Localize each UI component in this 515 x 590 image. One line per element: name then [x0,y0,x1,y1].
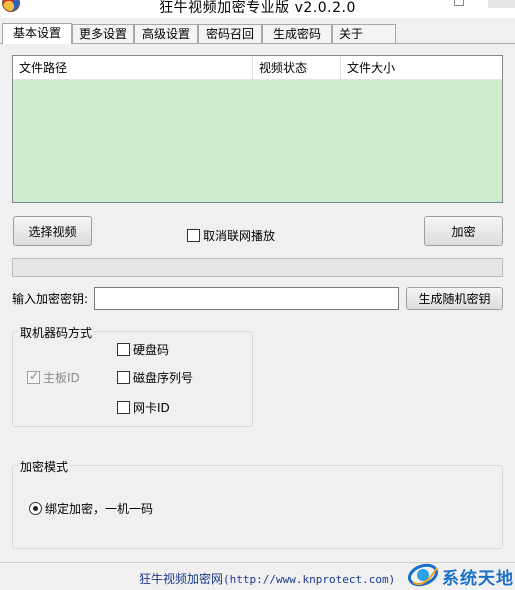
tab-content-border [0,43,515,44]
column-video-status[interactable]: 视频状态 [253,56,341,80]
file-list-header: 文件路径 视频状态 文件大小 [13,56,502,80]
encrypt-button[interactable]: 加密 [424,216,503,246]
watermark-text: 系统天地 [442,569,514,589]
tab-generate-password[interactable]: 生成密码 [262,24,332,43]
disk-code-label: 硬盘码 [133,343,170,357]
mainboard-id-label: 主板ID [43,371,80,385]
mainboard-id-checkbox [27,369,40,384]
progress-bar [12,258,503,277]
title-bar: 狂牛视频加密专业版 v2.0.2.0 [0,0,515,18]
disk-code-checkbox[interactable] [117,343,130,356]
close-button[interactable] [488,0,515,8]
machine-code-group-title: 取机器码方式 [18,324,95,341]
bind-encrypt-radio[interactable] [29,502,42,515]
cancel-network-play-checkbox[interactable] [187,229,200,242]
tab-more-settings[interactable]: 更多设置 [72,24,134,43]
tab-advanced-settings[interactable]: 高级设置 [134,24,198,43]
footer-url: (http://www.knprotect.com) [223,573,396,586]
network-card-id-label: 网卡ID [133,401,170,415]
encryption-key-input[interactable] [94,287,399,310]
file-list[interactable]: 文件路径 视频状态 文件大小 [12,55,503,203]
minimize-button[interactable] [454,0,464,6]
column-file-path[interactable]: 文件路径 [13,56,253,80]
encrypt-mode-group-title: 加密模式 [18,458,71,475]
generate-random-key-button[interactable]: 生成随机密钥 [406,287,503,310]
window-title: 狂牛视频加密专业版 v2.0.2.0 [159,0,356,16]
bind-encrypt-label: 绑定加密，一机一码 [45,502,154,516]
watermark-icon [408,563,439,587]
disk-serial-checkbox[interactable] [117,371,130,384]
tab-strip: 基本设置 更多设置 高级设置 密码召回 生成密码 关于 [0,23,515,44]
tab-about[interactable]: 关于 [332,24,396,43]
footer-site-name: 狂牛视频加密网 [139,572,224,586]
encryption-key-label: 输入加密密钥: [12,292,89,306]
cancel-network-play-label: 取消联网播放 [203,229,276,243]
tab-password-recall[interactable]: 密码召回 [198,24,262,43]
disk-serial-label: 磁盘序列号 [133,371,194,385]
tab-basic-settings[interactable]: 基本设置 [2,23,72,44]
watermark-logo: 系统天地 [408,560,515,590]
footer-link[interactable]: 狂牛视频加密网(http://www.knprotect.com) [139,570,395,587]
column-file-size[interactable]: 文件大小 [341,56,502,80]
network-card-id-checkbox[interactable] [117,401,130,414]
select-video-button[interactable]: 选择视频 [13,216,92,246]
